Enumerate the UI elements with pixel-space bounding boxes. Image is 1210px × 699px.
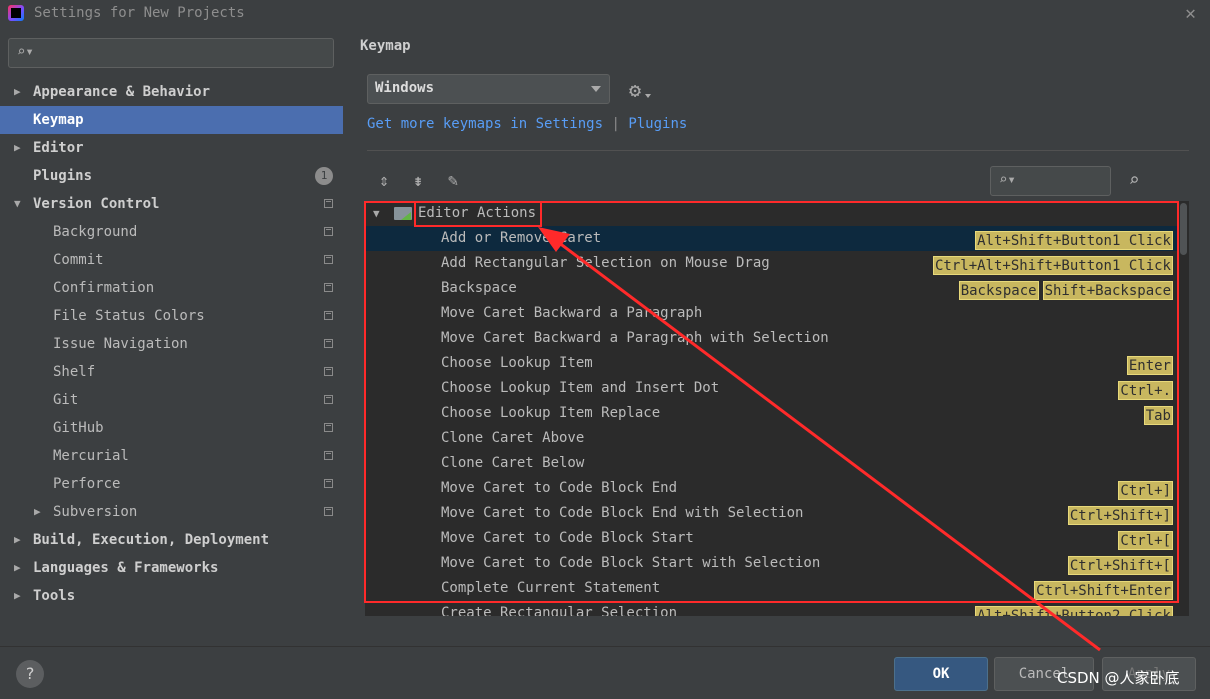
help-button[interactable]: ?: [16, 660, 44, 688]
sidebar-item-label: Mercurial: [53, 448, 129, 464]
sidebar-item[interactable]: File Status Colors: [0, 302, 343, 330]
chevron-right-icon[interactable]: ▶: [14, 554, 21, 582]
sidebar-item-label: GitHub: [53, 420, 104, 436]
sidebar-item[interactable]: Commit: [0, 246, 343, 274]
sidebar-item[interactable]: ▼ Version Control: [0, 190, 343, 218]
shortcut-badge: Alt+Shift+Button2 Click: [975, 606, 1173, 616]
sidebar-item-label: Appearance & Behavior: [33, 84, 211, 100]
gear-icon[interactable]: ⚙: [629, 78, 641, 102]
page-title: Keymap: [360, 38, 411, 54]
sidebar-item[interactable]: Plugins 1: [0, 162, 343, 190]
window-title: Settings for New Projects: [34, 5, 245, 21]
watermark-text: CSDN @人家卧底: [1057, 669, 1180, 687]
project-level-icon: [324, 367, 333, 376]
collapse-all-icon[interactable]: ⇟: [405, 168, 431, 194]
ok-button[interactable]: OK: [894, 657, 988, 691]
settings-search-input[interactable]: ⌕▾: [8, 38, 334, 68]
chevron-down-icon: [591, 86, 601, 92]
sidebar-item-label: Git: [53, 392, 79, 408]
annotation-box-list: [364, 201, 1179, 603]
sidebar-item[interactable]: Confirmation: [0, 274, 343, 302]
get-more-keymaps-link[interactable]: Get more keymaps in Settings: [367, 116, 603, 132]
sidebar-item-label: Version Control: [33, 196, 160, 212]
gear-dropdown-caret-icon: [645, 94, 651, 98]
pencil-icon[interactable]: ✎: [440, 168, 466, 194]
action-row[interactable]: Create Rectangular Selection Alt+Shift+Bu…: [365, 601, 1177, 616]
sidebar-item-label: Build, Execution, Deployment: [33, 532, 270, 548]
action-name: Create Rectangular Selection: [441, 605, 678, 616]
link-separator: |: [611, 116, 620, 132]
sidebar-item[interactable]: Background: [0, 218, 343, 246]
keymap-links: Get more keymaps in Settings | Plugins: [367, 116, 687, 132]
update-count-badge: 1: [315, 167, 333, 185]
chevron-right-icon[interactable]: ▶: [14, 78, 21, 106]
project-level-icon: [324, 255, 333, 264]
sidebar-item-label: File Status Colors: [53, 308, 205, 324]
project-level-icon: [324, 423, 333, 432]
chevron-right-icon[interactable]: ▶: [14, 582, 21, 610]
divider: [367, 150, 1189, 151]
scroll-thumb[interactable]: [1180, 203, 1187, 255]
sidebar-item[interactable]: ▶ Languages & Frameworks: [0, 554, 343, 582]
project-level-icon: [324, 507, 333, 516]
expand-all-icon[interactable]: ⇕: [371, 168, 397, 194]
dialog-buttons: ? OK Cancel Apply: [0, 646, 1210, 699]
project-level-icon: [324, 479, 333, 488]
chevron-down-icon[interactable]: ▼: [14, 190, 21, 218]
chevron-right-icon[interactable]: ▶: [14, 134, 21, 162]
sidebar-item-label: Issue Navigation: [53, 336, 188, 352]
sidebar-item-label: Commit: [53, 252, 104, 268]
sidebar-item-label: Editor: [33, 140, 84, 156]
sidebar-item[interactable]: Shelf: [0, 358, 343, 386]
close-icon[interactable]: ✕: [1185, 3, 1196, 24]
find-by-shortcut-icon[interactable]: ⌕: [1120, 167, 1148, 195]
sidebar-item-label: Perforce: [53, 476, 121, 492]
title-bar: Settings for New Projects ✕: [0, 0, 1210, 28]
chevron-right-icon[interactable]: ▶: [34, 498, 41, 526]
sidebar-item[interactable]: ▶ Appearance & Behavior: [0, 78, 343, 106]
settings-sidebar: ⌕▾ ▶ Appearance & Behavior Keymap ▶ Editor Pl…: [0, 28, 343, 646]
sidebar-item-label: Confirmation: [53, 280, 155, 296]
project-level-icon: [324, 451, 333, 460]
keymap-dropdown-value: Windows: [375, 80, 435, 96]
sidebar-item[interactable]: Git: [0, 386, 343, 414]
sidebar-item-label: Background: [53, 224, 138, 240]
sidebar-item[interactable]: ▶ Subversion: [0, 498, 343, 526]
sidebar-item-label: Keymap: [33, 112, 84, 128]
sidebar-item[interactable]: ▶ Editor: [0, 134, 343, 162]
sidebar-item-label: Subversion: [53, 504, 138, 520]
project-level-icon: [324, 339, 333, 348]
shortcut-list: Alt+Shift+Button2 Click: [971, 604, 1173, 616]
project-level-icon: [324, 227, 333, 236]
sidebar-item[interactable]: Perforce: [0, 470, 343, 498]
sidebar-item-label: Plugins: [33, 168, 93, 184]
sidebar-item[interactable]: ▶ Build, Execution, Deployment: [0, 526, 343, 554]
sidebar-item[interactable]: GitHub: [0, 414, 343, 442]
plugins-link[interactable]: Plugins: [628, 116, 687, 132]
chevron-right-icon[interactable]: ▶: [14, 526, 21, 554]
intellij-logo-icon: [8, 5, 24, 21]
keymap-dropdown[interactable]: Windows: [367, 74, 610, 104]
annotation-box-group: [414, 201, 542, 227]
sidebar-item-label: Shelf: [53, 364, 96, 380]
action-filter-input[interactable]: ⌕▾: [990, 166, 1111, 196]
sidebar-item-label: Languages & Frameworks: [33, 560, 219, 576]
project-level-icon: [324, 283, 333, 292]
project-level-icon: [324, 199, 333, 208]
sidebar-item[interactable]: ▶ Tools: [0, 582, 343, 610]
sidebar-item[interactable]: Issue Navigation: [0, 330, 343, 358]
sidebar-item[interactable]: Mercurial: [0, 442, 343, 470]
project-level-icon: [324, 311, 333, 320]
sidebar-item-label: Tools: [33, 588, 76, 604]
search-icon: ⌕▾: [999, 172, 1016, 188]
project-level-icon: [324, 395, 333, 404]
search-icon: ⌕▾: [17, 44, 34, 60]
sidebar-item[interactable]: Keymap: [0, 106, 343, 134]
